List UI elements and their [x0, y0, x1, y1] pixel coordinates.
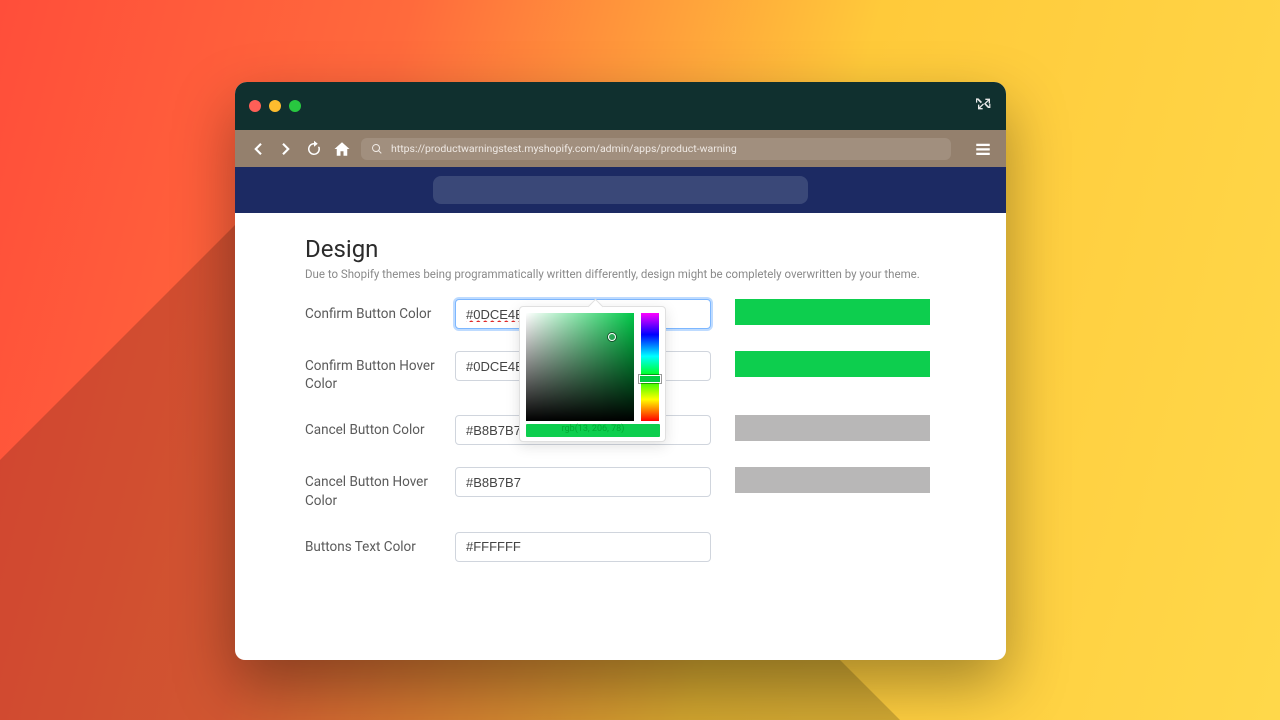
reload-button[interactable] [305, 140, 323, 158]
page-title: Design [305, 235, 936, 263]
label-cancel-hover-color: Cancel Button Hover Color [305, 467, 455, 509]
field-cancel-hover-color: Cancel Button Hover Color [305, 467, 936, 509]
swatch-confirm-color [735, 299, 930, 325]
app-header-banner [235, 167, 1006, 213]
zoom-icon[interactable] [289, 100, 301, 112]
color-readout: rgb(13, 206, 78) [526, 424, 660, 437]
sv-cursor[interactable] [608, 333, 616, 341]
fullscreen-button[interactable] [976, 96, 992, 116]
label-cancel-color: Cancel Button Color [305, 415, 455, 439]
close-icon[interactable] [249, 100, 261, 112]
search-icon [371, 143, 383, 155]
minimize-icon[interactable] [269, 100, 281, 112]
label-confirm-color: Confirm Button Color [305, 299, 455, 323]
swatch-cancel-hover-color [735, 467, 930, 493]
page-subtitle: Due to Shopify themes being programmatic… [305, 267, 936, 281]
field-text-color: Buttons Text Color [305, 532, 936, 562]
back-button[interactable] [249, 140, 267, 158]
browser-toolbar: https://productwarningstest.myshopify.co… [235, 130, 1006, 167]
window-titlebar [235, 82, 1006, 130]
hamburger-menu-icon[interactable] [974, 140, 992, 158]
swatch-cancel-color [735, 415, 930, 441]
hue-slider[interactable] [641, 313, 659, 421]
home-button[interactable] [333, 140, 351, 158]
label-confirm-hover-color: Confirm Button Hover Color [305, 351, 455, 393]
input-cancel-hover-color[interactable] [455, 467, 711, 497]
address-bar[interactable]: https://productwarningstest.myshopify.co… [361, 138, 951, 160]
url-text: https://productwarningstest.myshopify.co… [391, 142, 737, 155]
browser-window: https://productwarningstest.myshopify.co… [235, 82, 1006, 660]
forward-button[interactable] [277, 140, 295, 158]
input-text-color[interactable] [455, 532, 711, 562]
saturation-value-field[interactable] [526, 313, 634, 421]
hue-thumb[interactable] [639, 375, 661, 383]
traffic-lights [249, 100, 301, 112]
color-picker-popover: rgb(13, 206, 78) [519, 306, 666, 442]
label-text-color: Buttons Text Color [305, 532, 455, 556]
swatch-confirm-hover-color [735, 351, 930, 377]
header-placeholder [433, 176, 808, 204]
